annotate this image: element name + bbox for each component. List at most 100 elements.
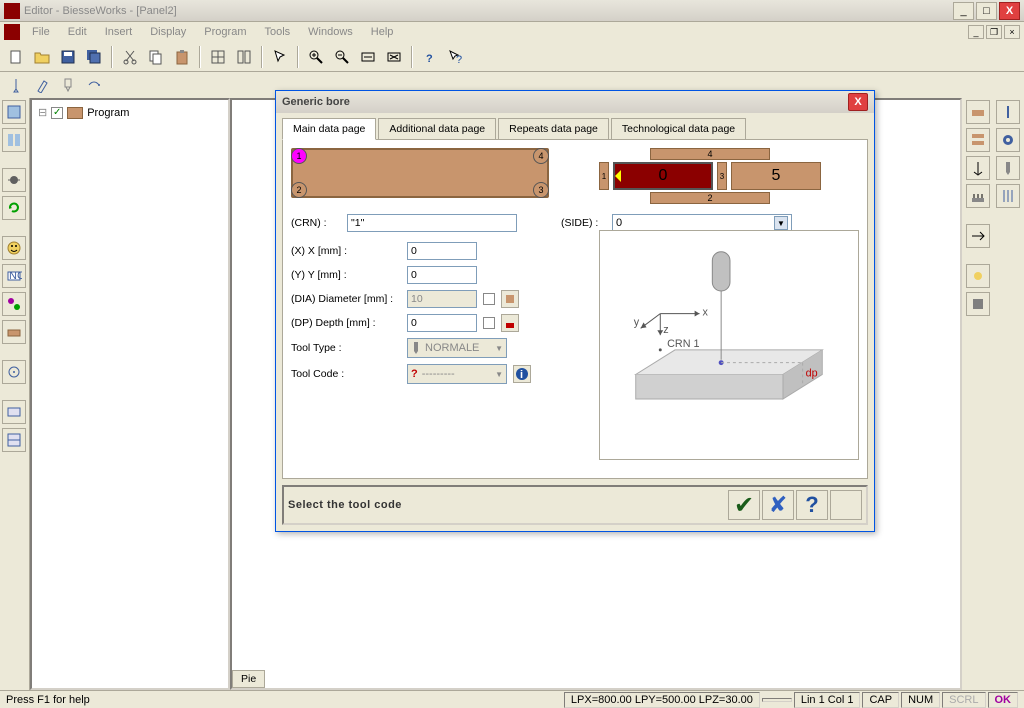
folder-icon	[67, 107, 83, 119]
side-right[interactable]: 3	[717, 162, 727, 190]
drill1-button[interactable]	[4, 73, 28, 97]
side-center[interactable]: 0	[613, 162, 713, 190]
r2-btn-1[interactable]	[996, 100, 1020, 124]
dialog-titlebar[interactable]: Generic bore X	[276, 91, 874, 113]
zoom-fit-button[interactable]	[356, 45, 380, 69]
menu-program[interactable]: Program	[196, 24, 254, 40]
maximize-button[interactable]: □	[976, 2, 997, 20]
side-btn-last1[interactable]	[2, 400, 26, 424]
side-five[interactable]: 5	[731, 162, 821, 190]
window-title: Editor - BiesseWorks - [Panel2]	[24, 5, 953, 17]
crn-input[interactable]	[347, 214, 517, 232]
side-btn-last2[interactable]	[2, 428, 26, 452]
menu-tools[interactable]: Tools	[256, 24, 298, 40]
cut-button[interactable]	[118, 45, 142, 69]
zoom-window-button[interactable]	[382, 45, 406, 69]
menu-insert[interactable]: Insert	[97, 24, 141, 40]
tree-item-program[interactable]: ⊟ ✓ Program	[36, 104, 224, 121]
save-button[interactable]	[56, 45, 80, 69]
dia-check[interactable]	[483, 293, 495, 305]
side-btn-2[interactable]	[2, 128, 26, 152]
x-label: (X) X [mm] :	[291, 245, 401, 257]
cancel-button[interactable]: ✘	[762, 490, 794, 520]
side-btn-circ[interactable]	[2, 360, 26, 384]
preview-diagram: dp x y z CRN 1	[606, 237, 852, 453]
help-dialog-button[interactable]: ?	[796, 490, 828, 520]
dia-input[interactable]	[407, 290, 477, 308]
crn-corner-2[interactable]: 2	[291, 182, 307, 198]
tile-button[interactable]	[232, 45, 256, 69]
paste-button[interactable]	[170, 45, 194, 69]
mdi-minimize[interactable]: _	[968, 25, 984, 39]
dia-picker[interactable]	[501, 290, 519, 308]
r1-btn-7[interactable]	[966, 292, 990, 316]
tooltype-label: Tool Type :	[291, 342, 401, 354]
open-button[interactable]	[30, 45, 54, 69]
status-lincol: Lin 1 Col 1	[794, 692, 861, 708]
r1-btn-2[interactable]	[966, 128, 990, 152]
tab-repeats[interactable]: Repeats data page	[498, 118, 609, 140]
drill3-button[interactable]	[56, 73, 80, 97]
menu-display[interactable]: Display	[142, 24, 194, 40]
tree-check-icon[interactable]: ✓	[51, 107, 63, 119]
new-button[interactable]	[4, 45, 28, 69]
side-btn-panel[interactable]	[2, 320, 26, 344]
mdi-restore[interactable]: ❐	[986, 25, 1002, 39]
side-selector[interactable]: 4 1 0 3 5 2	[561, 148, 859, 204]
side-btn-gears[interactable]	[2, 292, 26, 316]
tab-additional[interactable]: Additional data page	[378, 118, 496, 140]
side-left[interactable]: 1	[599, 162, 609, 190]
menu-edit[interactable]: Edit	[60, 24, 95, 40]
x-input[interactable]	[407, 242, 477, 260]
center-tab[interactable]: Pie	[232, 670, 265, 688]
side-btn-face[interactable]	[2, 236, 26, 260]
tab-tech[interactable]: Technological data page	[611, 118, 746, 140]
r2-btn-4[interactable]	[996, 184, 1020, 208]
toolcode-select[interactable]: ? --------- ▼	[407, 364, 507, 384]
tooltype-select[interactable]: NORMALE ▼	[407, 338, 507, 358]
context-help-button[interactable]: ?	[444, 45, 468, 69]
help-button[interactable]: ?	[418, 45, 442, 69]
zoom-in-button[interactable]	[304, 45, 328, 69]
copy-button[interactable]	[144, 45, 168, 69]
crn-corner-4[interactable]: 4	[533, 148, 549, 164]
side-top[interactable]: 4	[650, 148, 770, 160]
dp-input[interactable]	[407, 314, 477, 332]
ok-button[interactable]: ✔	[728, 490, 760, 520]
r1-btn-3[interactable]	[966, 156, 990, 180]
drill4-button[interactable]	[82, 73, 106, 97]
side-btn-1[interactable]	[2, 100, 26, 124]
dp-picker[interactable]	[501, 314, 519, 332]
dp-check[interactable]	[483, 317, 495, 329]
menubar: File Edit Insert Display Program Tools W…	[0, 22, 1024, 42]
menu-windows[interactable]: Windows	[300, 24, 361, 40]
hatch-button[interactable]	[830, 490, 862, 520]
crn-corner-1[interactable]: 1	[291, 148, 307, 164]
side-btn-bug[interactable]	[2, 168, 26, 192]
crn-corner-3[interactable]: 3	[533, 182, 549, 198]
r1-btn-6[interactable]	[966, 264, 990, 288]
mdi-close[interactable]: ×	[1004, 25, 1020, 39]
r2-btn-3[interactable]	[996, 156, 1020, 180]
grid-button[interactable]	[206, 45, 230, 69]
tab-main[interactable]: Main data page	[282, 118, 376, 140]
side-btn-nc[interactable]: NC	[2, 264, 26, 288]
y-input[interactable]	[407, 266, 477, 284]
side-btn-refresh[interactable]	[2, 196, 26, 220]
dialog-close-button[interactable]: X	[848, 93, 868, 111]
side-bottom[interactable]: 2	[650, 192, 770, 204]
r2-btn-gear[interactable]	[996, 128, 1020, 152]
r1-btn-1[interactable]	[966, 100, 990, 124]
drill2-button[interactable]	[30, 73, 54, 97]
crn-selector[interactable]: 1 2 3 4	[291, 148, 549, 204]
toolcode-info[interactable]: i	[513, 365, 531, 383]
menu-help[interactable]: Help	[363, 24, 402, 40]
minimize-button[interactable]: _	[953, 2, 974, 20]
r1-btn-4[interactable]	[966, 184, 990, 208]
menu-file[interactable]: File	[24, 24, 58, 40]
r1-btn-5[interactable]	[966, 224, 990, 248]
saveall-button[interactable]	[82, 45, 106, 69]
pointer-button[interactable]	[268, 45, 292, 69]
close-button[interactable]: X	[999, 2, 1020, 20]
zoom-out-button[interactable]	[330, 45, 354, 69]
